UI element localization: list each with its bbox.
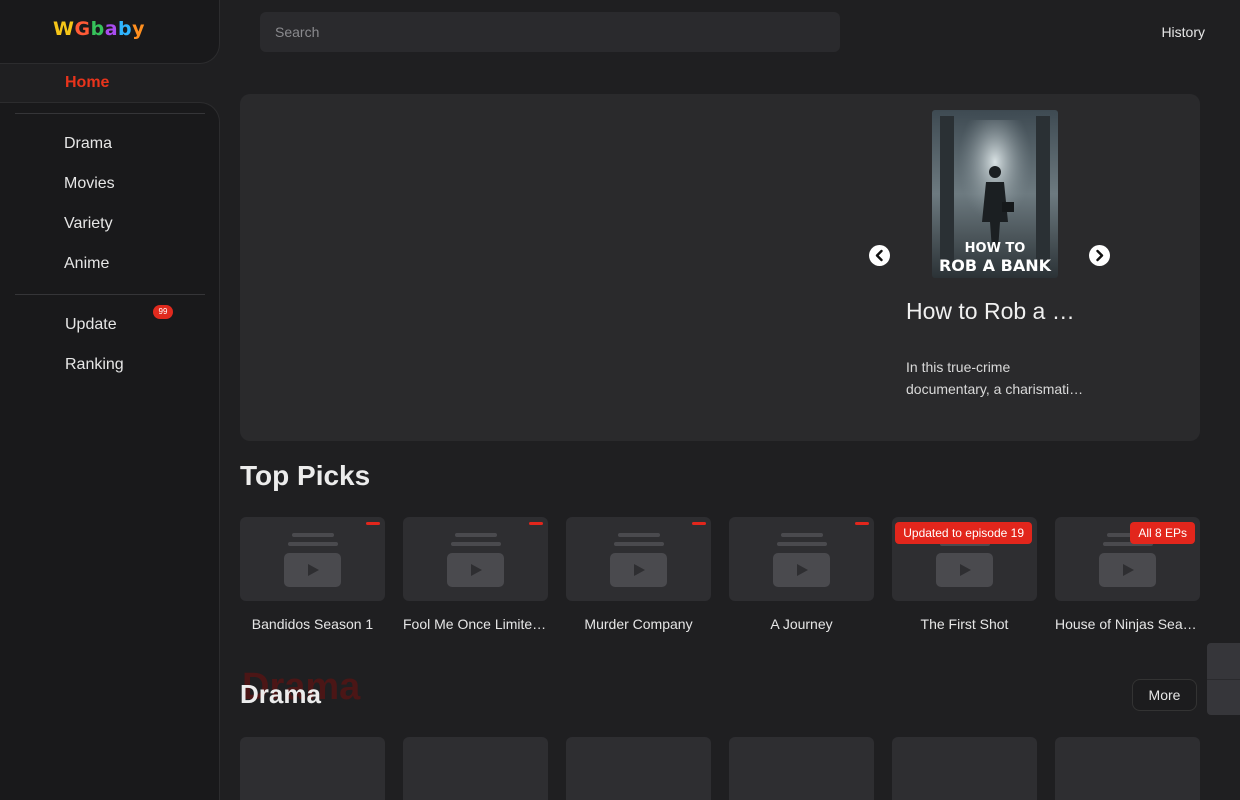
- drama-card[interactable]: [403, 737, 548, 800]
- episode-tag: All 8 EPs: [1130, 522, 1195, 544]
- placeholder-line: [451, 542, 501, 546]
- play-placeholder-icon: [610, 553, 667, 587]
- sidebar-divider: [15, 294, 205, 295]
- episode-tag: Updated to episode 19: [895, 522, 1032, 544]
- search-input[interactable]: [260, 12, 840, 52]
- sidebar-item-movies[interactable]: Movies: [64, 175, 115, 193]
- sidebar: WGbaby Home Drama Movies Variety Anime U…: [0, 0, 220, 800]
- card-title[interactable]: A Journey: [729, 616, 874, 632]
- drama-title: Drama: [240, 679, 321, 709]
- logo-letter: a: [104, 18, 119, 40]
- drama-more-button[interactable]: More: [1132, 679, 1197, 711]
- carousel-prev-button[interactable]: [869, 245, 890, 266]
- card-title[interactable]: Bandidos Season 1: [240, 616, 385, 632]
- card-title[interactable]: The First Shot: [892, 616, 1037, 632]
- top-pick-card[interactable]: [240, 517, 385, 601]
- card-title[interactable]: House of Ninjas Season 1: [1055, 616, 1200, 632]
- sidebar-item-drama[interactable]: Drama: [64, 135, 112, 153]
- sidebar-divider: [15, 113, 205, 114]
- floating-side-toolbar[interactable]: [1207, 643, 1240, 715]
- poster-text-line2: ROB A BANK: [939, 256, 1052, 275]
- card-tag: [529, 522, 543, 525]
- top-pick-card[interactable]: Updated to episode 19: [892, 517, 1037, 601]
- logo[interactable]: WGbaby: [53, 18, 145, 40]
- sidebar-panel: [0, 102, 220, 800]
- placeholder-line: [288, 542, 338, 546]
- drama-card[interactable]: [729, 737, 874, 800]
- carousel-next-button[interactable]: [1089, 245, 1110, 266]
- sidebar-item-update[interactable]: Update: [65, 316, 117, 334]
- featured-description: In this true-crime documentary, a charis…: [906, 359, 1077, 397]
- card-tag: [855, 522, 869, 525]
- card-title[interactable]: Fool Me Once Limited Series: [403, 616, 548, 632]
- logo-letter: G: [74, 18, 91, 40]
- top-picks-title: Top Picks: [240, 460, 371, 491]
- play-placeholder-icon: [936, 553, 993, 587]
- top-pick-card[interactable]: All 8 EPs: [1055, 517, 1200, 601]
- play-placeholder-icon: [284, 553, 341, 587]
- placeholder-line: [781, 533, 823, 537]
- placeholder-line: [618, 533, 660, 537]
- logo-box: WGbaby: [0, 0, 220, 64]
- app-root: WGbaby Home Drama Movies Variety Anime U…: [0, 0, 1240, 800]
- sidebar-item-home[interactable]: Home: [65, 74, 109, 92]
- poster-image: HOW TO ROB A BANK: [932, 110, 1058, 278]
- logo-letter: b: [90, 18, 105, 40]
- card-tag: [366, 522, 380, 525]
- play-placeholder-icon: [1099, 553, 1156, 587]
- top-pick-card[interactable]: [566, 517, 711, 601]
- logo-letter: b: [118, 18, 133, 40]
- drama-card[interactable]: [240, 737, 385, 800]
- featured-title[interactable]: How to Rob a Bank: [906, 298, 1086, 325]
- placeholder-line: [614, 542, 664, 546]
- sidebar-item-anime[interactable]: Anime: [64, 255, 109, 273]
- update-count-badge: 99: [153, 305, 173, 319]
- play-placeholder-icon: [773, 553, 830, 587]
- drama-card[interactable]: [892, 737, 1037, 800]
- card-tag: [692, 522, 706, 525]
- logo-letter: y: [132, 18, 146, 40]
- play-placeholder-icon: [447, 553, 504, 587]
- arrow-left-icon: [875, 249, 883, 262]
- top-pick-card[interactable]: [403, 517, 548, 601]
- sidebar-item-ranking[interactable]: Ranking: [65, 356, 124, 374]
- arrow-right-icon: [1096, 249, 1104, 262]
- placeholder-line: [292, 533, 334, 537]
- poster-text-line1: HOW TO: [965, 241, 1026, 256]
- placeholder-line: [455, 533, 497, 537]
- card-title[interactable]: Murder Company: [566, 616, 711, 632]
- logo-letter: W: [53, 18, 75, 40]
- history-link[interactable]: History: [1161, 24, 1205, 40]
- drama-card[interactable]: [1055, 737, 1200, 800]
- drama-card[interactable]: [566, 737, 711, 800]
- sidebar-item-variety[interactable]: Variety: [64, 215, 113, 233]
- top-pick-card[interactable]: [729, 517, 874, 601]
- featured-poster[interactable]: HOW TO ROB A BANK: [932, 110, 1058, 278]
- placeholder-line: [777, 542, 827, 546]
- toolbar-divider: [1207, 679, 1240, 680]
